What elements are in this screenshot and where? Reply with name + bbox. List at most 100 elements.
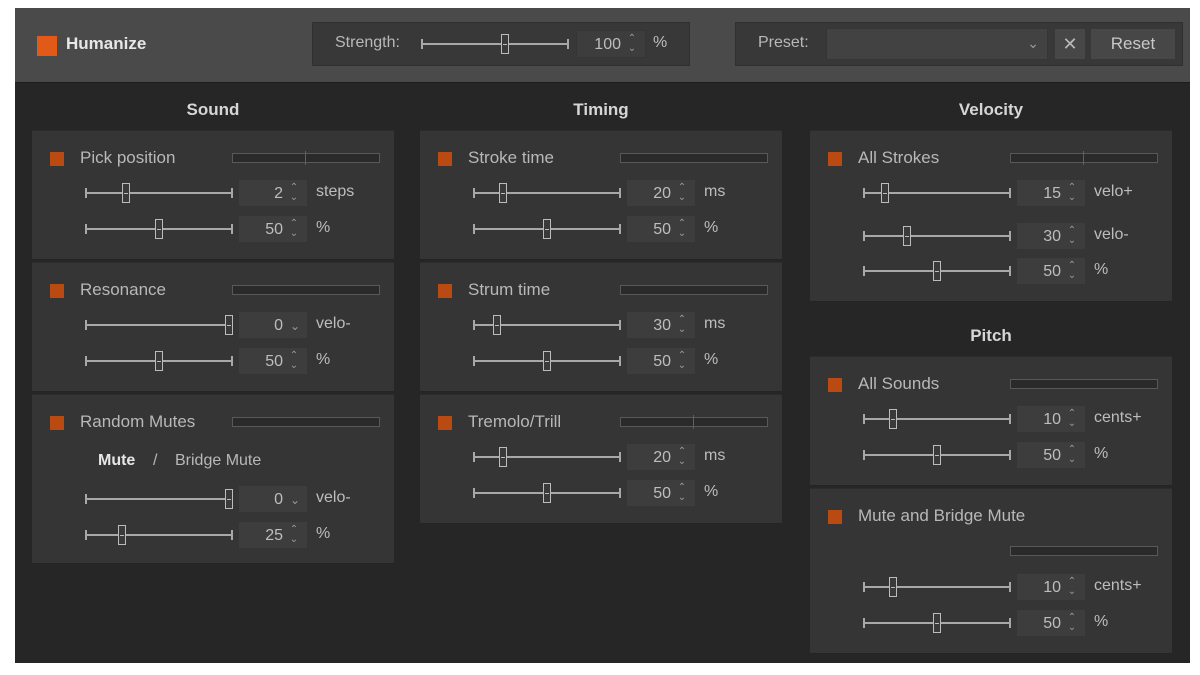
spin-value: 50 xyxy=(265,353,283,370)
resonance-percent-spinbox[interactable]: 50 ⌃ ⌄ xyxy=(238,347,308,375)
tremolo-trill-ms-slider[interactable] xyxy=(473,447,621,467)
spin-arrows-icon[interactable]: ⌃ ⌄ xyxy=(677,483,687,503)
bridge-mute-tab[interactable]: Bridge Mute xyxy=(175,452,261,470)
random-mutes-toggle[interactable] xyxy=(50,416,64,430)
random-mutes-percent-spinbox[interactable]: 25 ⌃ ⌄ xyxy=(238,521,308,549)
unit-label: velo+ xyxy=(1094,183,1133,200)
slider-thumb[interactable] xyxy=(933,445,941,465)
spin-arrows-icon[interactable]: ⌃ ⌄ xyxy=(1067,613,1077,633)
chevron-down-icon[interactable]: ⌄ xyxy=(1027,35,1039,52)
all-sounds-percent-slider[interactable] xyxy=(863,445,1011,465)
spin-arrows-icon[interactable]: ⌃ ⌄ xyxy=(1067,577,1077,597)
all-strokes-toggle[interactable] xyxy=(828,152,842,166)
slider-thumb[interactable] xyxy=(492,315,501,335)
all-strokes-velo-plus-spinbox[interactable]: 15 ⌃ ⌄ xyxy=(1016,179,1086,207)
resonance-velo-dropdown[interactable]: 0 ⌄ xyxy=(238,311,308,339)
spin-arrows-icon[interactable]: ⌃ ⌄ xyxy=(289,183,299,203)
all-strokes-velo-minus-slider[interactable] xyxy=(863,226,1011,246)
all-strokes-velo-plus-slider[interactable] xyxy=(863,183,1011,203)
spin-arrows-icon[interactable]: ⌃ ⌄ xyxy=(1067,261,1077,281)
pick-position-steps-slider[interactable] xyxy=(85,183,233,203)
slider-thumb[interactable] xyxy=(903,226,912,246)
stroke-time-toggle[interactable] xyxy=(438,152,452,166)
all-strokes-velo-minus-spinbox[interactable]: 30 ⌃ ⌄ xyxy=(1016,222,1086,250)
clear-preset-button[interactable]: ✕ xyxy=(1054,28,1086,60)
resonance-velo-slider[interactable] xyxy=(85,315,233,335)
stroke-time-percent-slider[interactable] xyxy=(473,219,621,239)
all-sounds-percent-spinbox[interactable]: 50 ⌃ ⌄ xyxy=(1016,441,1086,469)
slider-thumb[interactable] xyxy=(888,577,897,597)
stroke-time-ms-slider[interactable] xyxy=(473,183,621,203)
chevron-down-icon[interactable]: ⌄ xyxy=(290,493,300,507)
strum-time-percent-slider[interactable] xyxy=(473,351,621,371)
slider-thumb[interactable] xyxy=(543,219,551,239)
random-mutes-percent-slider[interactable] xyxy=(85,525,233,545)
resonance-toggle[interactable] xyxy=(50,284,64,298)
slider-thumb[interactable] xyxy=(224,489,233,509)
all-sounds-cents-slider[interactable] xyxy=(863,409,1011,429)
random-mutes-velo-slider[interactable] xyxy=(85,489,233,509)
all-sounds-toggle[interactable] xyxy=(828,378,842,392)
spin-arrows-icon[interactable]: ⌃ ⌄ xyxy=(1067,183,1077,203)
spin-arrows-icon[interactable]: ⌃ ⌄ xyxy=(1067,409,1077,429)
stroke-time-percent-spinbox[interactable]: 50 ⌃ ⌄ xyxy=(626,215,696,243)
pick-position-percent-slider[interactable] xyxy=(85,219,233,239)
mute-tab[interactable]: Mute xyxy=(98,452,135,470)
spin-arrows-icon[interactable]: ⌃ ⌄ xyxy=(289,351,299,371)
spin-arrows-icon[interactable]: ⌃ ⌄ xyxy=(677,315,687,335)
slider-thumb[interactable] xyxy=(498,183,507,203)
spin-arrows-icon[interactable]: ⌃ ⌄ xyxy=(1067,226,1077,246)
preset-dropdown[interactable]: ⌄ xyxy=(826,28,1048,60)
pick-position-toggle[interactable] xyxy=(50,152,64,166)
slider-thumb[interactable] xyxy=(155,351,163,371)
slider-thumb[interactable] xyxy=(118,525,126,545)
spin-arrows-icon[interactable]: ⌃ ⌄ xyxy=(677,183,687,203)
mute-bridge-percent-spinbox[interactable]: 50 ⌃ ⌄ xyxy=(1016,609,1086,637)
spin-arrows-icon[interactable]: ⌃ ⌄ xyxy=(677,219,687,239)
strum-time-toggle[interactable] xyxy=(438,284,452,298)
spin-arrows-icon[interactable]: ⌃ ⌄ xyxy=(677,447,687,467)
slider-thumb[interactable] xyxy=(122,183,131,203)
tremolo-trill-percent-slider[interactable] xyxy=(473,483,621,503)
reset-button[interactable]: Reset xyxy=(1090,28,1176,60)
strum-time-percent-spinbox[interactable]: 50 ⌃ ⌄ xyxy=(626,347,696,375)
spin-arrows-icon[interactable]: ⌃ ⌄ xyxy=(289,525,299,545)
mute-bridge-cents-spinbox[interactable]: 10 ⌃ ⌄ xyxy=(1016,573,1086,601)
slider-thumb[interactable] xyxy=(224,315,233,335)
panel-all-sounds: All Sounds 10 ⌃ ⌄ cents+ 50 ⌃ ⌄ % xyxy=(810,356,1172,486)
spin-arrows-icon[interactable]: ⌃ ⌄ xyxy=(627,34,637,54)
pick-position-meter xyxy=(232,151,380,165)
slider-thumb[interactable] xyxy=(543,483,551,503)
chevron-down-icon[interactable]: ⌄ xyxy=(290,319,300,333)
slider-thumb[interactable] xyxy=(881,183,890,203)
spin-arrows-icon[interactable]: ⌃ ⌄ xyxy=(289,219,299,239)
strum-time-ms-slider[interactable] xyxy=(473,315,621,335)
all-strokes-percent-spinbox[interactable]: 50 ⌃ ⌄ xyxy=(1016,257,1086,285)
slider-thumb[interactable] xyxy=(543,351,551,371)
strength-spinbox[interactable]: 100 ⌃ ⌄ xyxy=(576,30,646,58)
all-sounds-cents-spinbox[interactable]: 10 ⌃ ⌄ xyxy=(1016,405,1086,433)
tremolo-trill-ms-spinbox[interactable]: 20 ⌃ ⌄ xyxy=(626,443,696,471)
pick-position-percent-spinbox[interactable]: 50 ⌃ ⌄ xyxy=(238,215,308,243)
slider-thumb[interactable] xyxy=(498,447,507,467)
mute-bridge-cents-slider[interactable] xyxy=(863,577,1011,597)
humanize-toggle[interactable] xyxy=(37,36,57,56)
spin-arrows-icon[interactable]: ⌃ ⌄ xyxy=(1067,445,1077,465)
random-mutes-velo-dropdown[interactable]: 0 ⌄ xyxy=(238,485,308,513)
strength-slider[interactable] xyxy=(421,34,569,54)
resonance-percent-slider[interactable] xyxy=(85,351,233,371)
strum-time-ms-spinbox[interactable]: 30 ⌃ ⌄ xyxy=(626,311,696,339)
mute-bridge-percent-slider[interactable] xyxy=(863,613,1011,633)
tremolo-trill-toggle[interactable] xyxy=(438,416,452,430)
mute-bridge-mute-toggle[interactable] xyxy=(828,510,842,524)
spin-arrows-icon[interactable]: ⌃ ⌄ xyxy=(677,351,687,371)
slider-thumb[interactable] xyxy=(501,34,510,54)
pick-position-steps-spinbox[interactable]: 2 ⌃ ⌄ xyxy=(238,179,308,207)
slider-thumb[interactable] xyxy=(888,409,897,429)
all-strokes-percent-slider[interactable] xyxy=(863,261,1011,281)
slider-thumb[interactable] xyxy=(155,219,163,239)
stroke-time-ms-spinbox[interactable]: 20 ⌃ ⌄ xyxy=(626,179,696,207)
slider-thumb[interactable] xyxy=(933,261,941,281)
tremolo-trill-percent-spinbox[interactable]: 50 ⌃ ⌄ xyxy=(626,479,696,507)
slider-thumb[interactable] xyxy=(933,613,941,633)
